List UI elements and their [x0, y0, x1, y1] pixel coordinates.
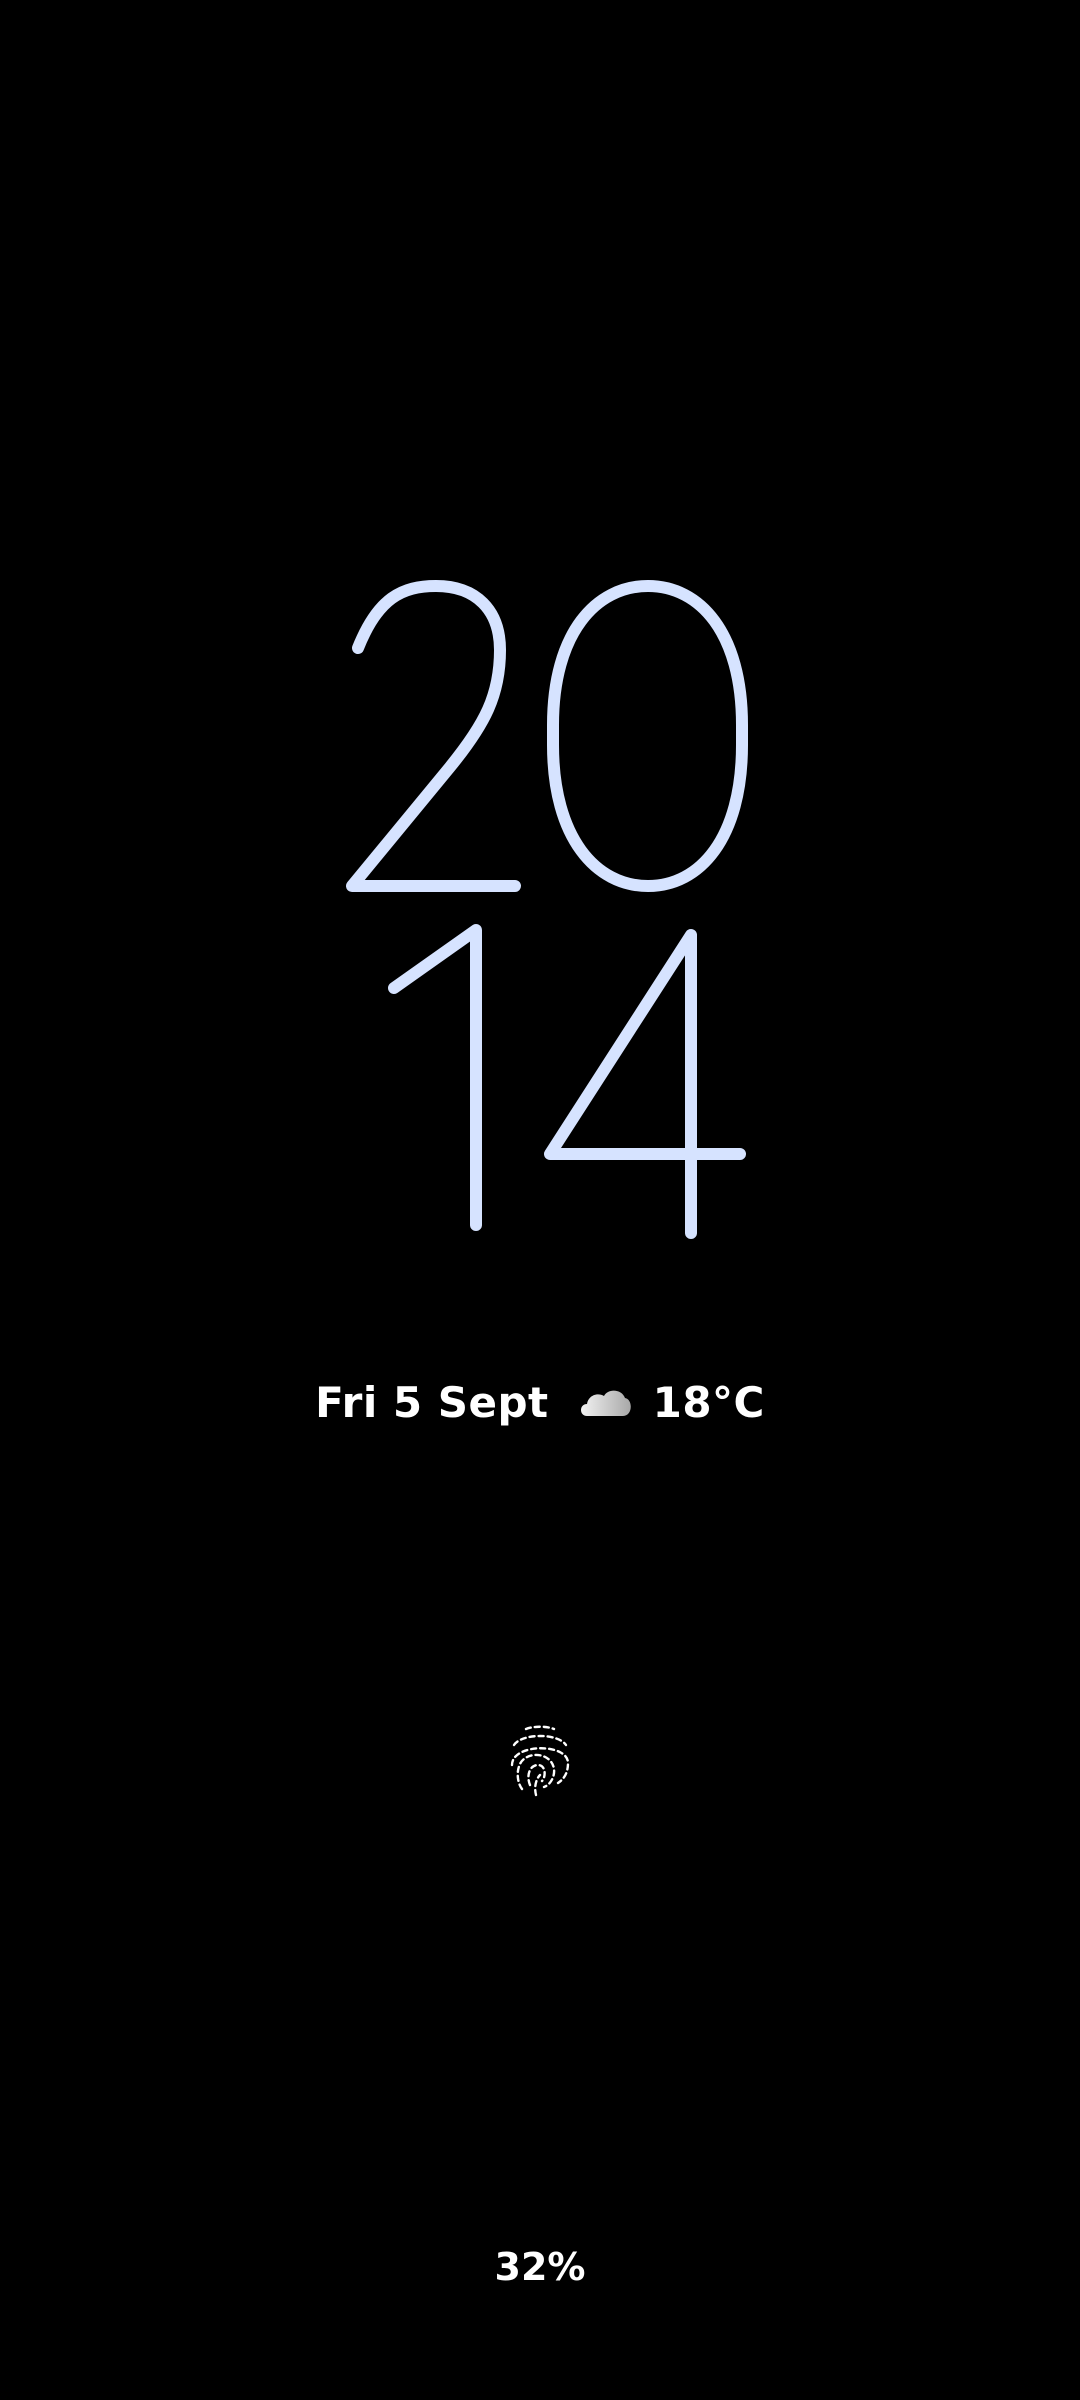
battery-percentage: 32%: [494, 2245, 586, 2289]
weather[interactable]: 18°C: [575, 1378, 765, 1427]
clock-digit-2: [346, 580, 521, 892]
clock-digit-1: [388, 924, 482, 1231]
clock-digit-0: [547, 580, 748, 892]
fingerprint-icon[interactable]: [500, 1715, 580, 1805]
cloud-icon: [575, 1382, 635, 1422]
date-label: Fri 5 Sept: [315, 1377, 549, 1427]
date-weather-row[interactable]: Fri 5 Sept 18°C: [0, 1372, 1080, 1432]
temperature-label: 18°C: [652, 1377, 765, 1427]
clock-digits: [346, 580, 748, 1239]
clock: [0, 0, 1080, 1300]
clock-digit-4: [544, 929, 746, 1239]
